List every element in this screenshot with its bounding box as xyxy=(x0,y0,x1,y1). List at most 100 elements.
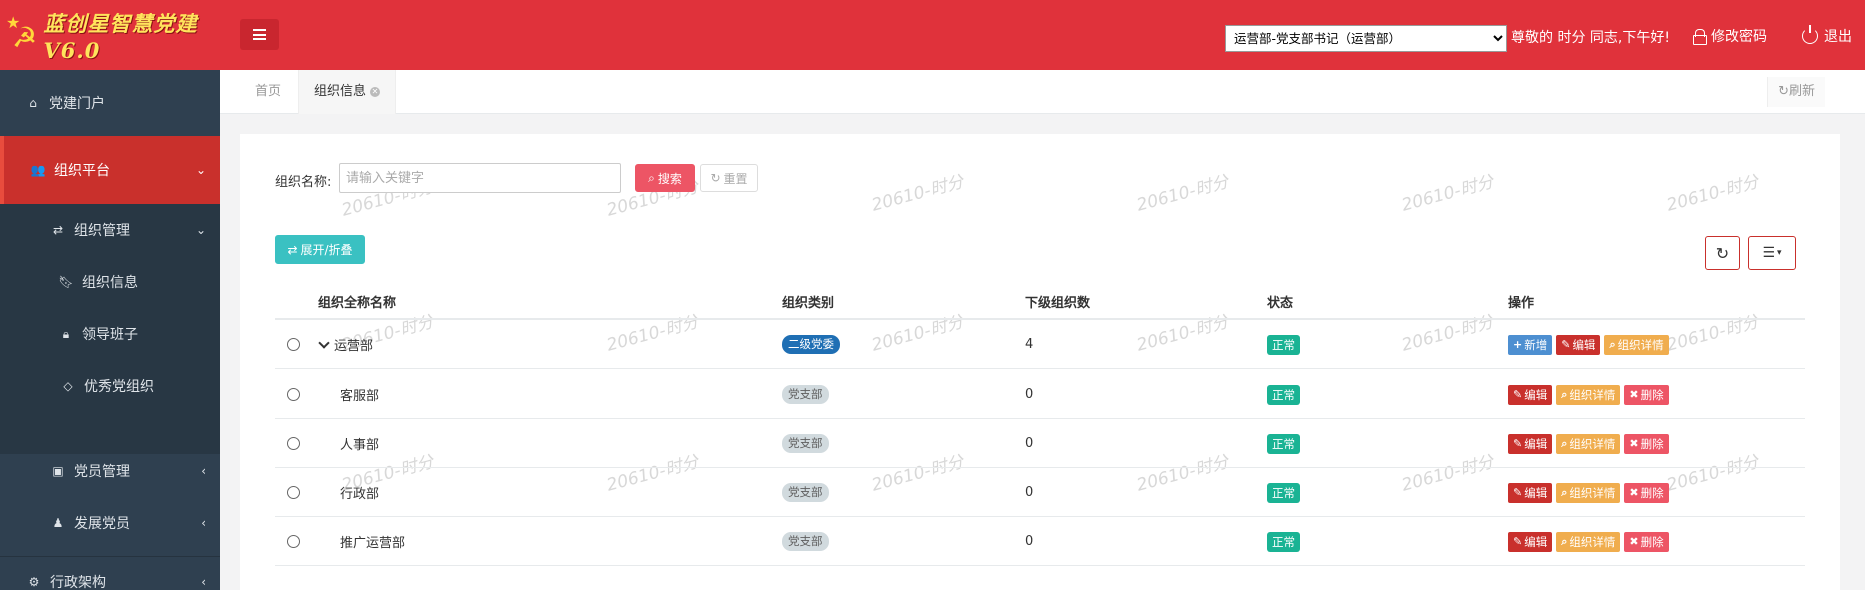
org-name: 推广运营部 xyxy=(340,536,406,551)
add-button[interactable]: + 新增 xyxy=(1508,334,1553,355)
change-password-label: 修改密码 xyxy=(1711,29,1767,45)
detail-button[interactable]: ⌕ 组织详情 xyxy=(1604,334,1669,355)
delete-label: 删除 xyxy=(1640,534,1664,549)
search-button[interactable]: ⌕ 搜索 xyxy=(635,164,695,192)
row-radio[interactable] xyxy=(287,338,300,351)
table-refresh-button[interactable]: ↻ xyxy=(1705,236,1740,270)
menu-toggle-button[interactable] xyxy=(240,19,279,50)
delete-button[interactable]: ✖ 删除 xyxy=(1624,433,1669,454)
close-icon: ✖ xyxy=(1629,437,1639,450)
refresh-icon: ↻ xyxy=(1778,84,1789,99)
close-icon[interactable]: ✕ xyxy=(370,87,381,97)
column-header-name: 组织全称名称 xyxy=(318,296,397,311)
chevron-down-icon: ⌄ xyxy=(195,223,206,237)
sidebar-item-label: 发展党员 xyxy=(74,516,130,532)
close-icon: ✖ xyxy=(1629,535,1639,548)
search-button-label: 搜索 xyxy=(657,171,682,186)
sidebar-item-admin-structure[interactable]: ⚙ 行政架构 ‹ xyxy=(0,556,220,590)
table-row[interactable]: 运营部 二级党委 4 正常 + 新增 ✎ 编辑 ⌕ 组织详情 xyxy=(275,320,1805,369)
search-icon: ⌕ xyxy=(1609,337,1616,351)
reset-button[interactable]: ↻ 重置 xyxy=(700,164,758,192)
refresh-tab-button[interactable]: ↻刷新 xyxy=(1767,77,1825,107)
category-badge: 党支部 xyxy=(782,483,829,502)
row-radio[interactable] xyxy=(287,388,300,401)
category-badge: 二级党委 xyxy=(782,335,840,354)
sidebar-item-member-management[interactable]: ▣ 党员管理 ‹ xyxy=(0,445,220,497)
table-row[interactable]: 行政部 党支部 0 正常 ✎ 编辑 ⌕ 组织详情 ✖ 删除 xyxy=(275,468,1805,517)
lock-icon xyxy=(1693,29,1707,45)
row-radio[interactable] xyxy=(287,437,300,450)
hamburger-icon xyxy=(253,29,266,40)
chevron-down-icon[interactable] xyxy=(318,336,330,349)
sidebar-item-develop-members[interactable]: ♟ 发展党员 ‹ xyxy=(0,497,220,549)
delete-button[interactable]: ✖ 删除 xyxy=(1624,384,1669,405)
expand-collapse-label: 展开/折叠 xyxy=(300,243,353,257)
home-icon: ⌂ xyxy=(29,96,37,110)
list-icon: ☰ xyxy=(1762,245,1776,261)
sidebar-item-label: 组织信息 xyxy=(82,275,138,291)
close-icon: ✖ xyxy=(1629,486,1639,499)
detail-button[interactable]: ⌕ 组织详情 xyxy=(1556,433,1621,454)
sidebar-item-excellent-org[interactable]: ◇ 优秀党组织 xyxy=(0,360,220,412)
tab-home[interactable]: 首页 xyxy=(240,70,296,114)
column-toggle-button[interactable]: ☰ ▾ xyxy=(1748,236,1796,270)
delete-button[interactable]: ✖ 删除 xyxy=(1624,482,1669,503)
table-row[interactable]: 客服部 党支部 0 正常 ✎ 编辑 ⌕ 组织详情 ✖ 删除 xyxy=(275,370,1805,419)
category-badge: 党支部 xyxy=(782,434,829,453)
status-badge: 正常 xyxy=(1267,482,1300,503)
table-row[interactable]: 人事部 党支部 0 正常 ✎ 编辑 ⌕ 组织详情 ✖ 删除 xyxy=(275,419,1805,468)
delete-button[interactable]: ✖ 删除 xyxy=(1624,531,1669,552)
chevron-left-icon: ‹ xyxy=(201,464,206,478)
edit-button[interactable]: ✎ 编辑 xyxy=(1556,334,1601,355)
logout-link[interactable]: 退出 xyxy=(1802,25,1852,46)
logout-label: 退出 xyxy=(1824,29,1852,45)
sub-org-count: 4 xyxy=(1025,337,1034,352)
search-icon: ⌕ xyxy=(1561,387,1568,401)
edit-button[interactable]: ✎ 编辑 xyxy=(1508,531,1553,552)
edit-button[interactable]: ✎ 编辑 xyxy=(1508,433,1553,454)
role-select[interactable]: 运营部-党支部书记（运营部） xyxy=(1225,25,1507,52)
sidebar-item-label: 优秀党组织 xyxy=(84,379,154,395)
edit-label: 编辑 xyxy=(1524,436,1548,451)
person-icon: ♟ xyxy=(52,516,64,530)
status-badge: 正常 xyxy=(1267,433,1300,454)
detail-label: 组织详情 xyxy=(1569,436,1616,451)
search-input[interactable] xyxy=(339,163,621,193)
watermark: 20610-时分 xyxy=(1134,172,1231,216)
sidebar-item-leadership[interactable]: 🔒︎ 领导班子 xyxy=(0,308,220,360)
edit-icon: ✎ xyxy=(1513,535,1523,548)
change-password-link[interactable]: 修改密码 xyxy=(1693,26,1767,46)
table-row[interactable]: 推广运营部 党支部 0 正常 ✎ 编辑 ⌕ 组织详情 ✖ 删除 xyxy=(275,517,1805,566)
row-radio[interactable] xyxy=(287,486,300,499)
top-header: ★ ☭ 蓝创星智慧党建V6.0 运营部-党支部书记（运营部） 尊敬的 时分 同志,… xyxy=(0,0,1865,70)
status-badge: 正常 xyxy=(1267,334,1300,355)
refresh-icon: ↻ xyxy=(1715,243,1730,263)
search-icon: ⌕ xyxy=(648,170,655,185)
edit-button[interactable]: ✎ 编辑 xyxy=(1508,384,1553,405)
detail-button[interactable]: ⌕ 组织详情 xyxy=(1556,384,1621,405)
detail-button[interactable]: ⌕ 组织详情 xyxy=(1556,531,1621,552)
sidebar-item-org-platform[interactable]: 👥 组织平台 ⌄ xyxy=(0,136,220,204)
row-radio[interactable] xyxy=(287,535,300,548)
detail-button[interactable]: ⌕ 组织详情 xyxy=(1556,482,1621,503)
expand-collapse-button[interactable]: ⇄ 展开/折叠 xyxy=(275,235,365,264)
sidebar-item-org-management[interactable]: ⇄ 组织管理 ⌄ xyxy=(0,204,220,256)
delete-label: 删除 xyxy=(1640,387,1664,402)
tab-org-info[interactable]: 组织信息 ✕ xyxy=(298,70,397,114)
sidebar-item-portal[interactable]: ⌂ 党建门户 xyxy=(0,70,220,136)
column-header-actions: 操作 xyxy=(1508,296,1535,311)
sub-org-count: 0 xyxy=(1025,485,1034,500)
status-badge: 正常 xyxy=(1267,531,1300,552)
close-icon: ✖ xyxy=(1629,388,1639,401)
edit-button[interactable]: ✎ 编辑 xyxy=(1508,482,1553,503)
reset-button-label: 重置 xyxy=(723,171,748,186)
detail-label: 组织详情 xyxy=(1569,387,1616,402)
sidebar-item-org-info[interactable]: 🔖︎ 组织信息 xyxy=(0,256,220,308)
tab-bar: 首页 组织信息 ✕ ↻刷新 xyxy=(220,70,1865,114)
column-header-status: 状态 xyxy=(1267,296,1294,311)
chevron-left-icon: ‹ xyxy=(201,516,206,530)
sub-org-count: 0 xyxy=(1025,436,1034,451)
org-name: 行政部 xyxy=(340,487,380,502)
watermark: 20610-时分 xyxy=(1399,172,1496,216)
org-name: 人事部 xyxy=(340,438,380,453)
